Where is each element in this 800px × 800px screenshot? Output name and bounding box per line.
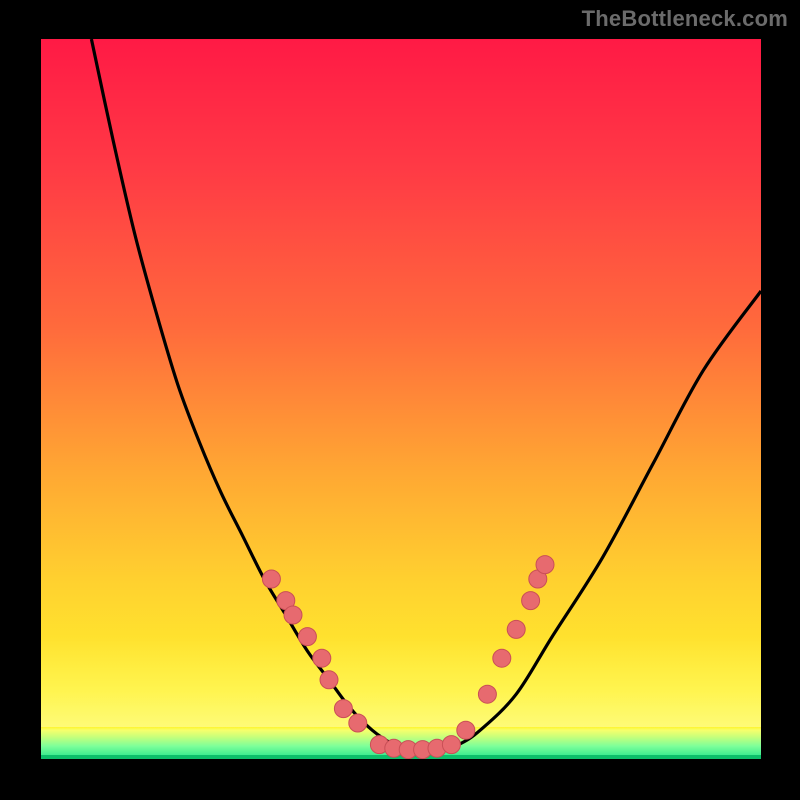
data-marker bbox=[262, 570, 280, 588]
curve-layer bbox=[41, 39, 761, 759]
data-marker bbox=[334, 700, 352, 718]
bottleneck-curve bbox=[91, 39, 761, 753]
data-marker bbox=[493, 649, 511, 667]
data-marker bbox=[478, 685, 496, 703]
data-marker bbox=[536, 556, 554, 574]
data-marker bbox=[349, 714, 367, 732]
plot-area bbox=[41, 39, 761, 759]
data-marker bbox=[442, 736, 460, 754]
data-marker bbox=[522, 592, 540, 610]
data-marker bbox=[313, 649, 331, 667]
data-marker bbox=[457, 721, 475, 739]
data-marker bbox=[320, 671, 338, 689]
data-marker bbox=[284, 606, 302, 624]
chart-frame: TheBottleneck.com bbox=[0, 0, 800, 800]
data-marker bbox=[507, 620, 525, 638]
watermark-text: TheBottleneck.com bbox=[582, 6, 788, 32]
data-marker bbox=[298, 628, 316, 646]
